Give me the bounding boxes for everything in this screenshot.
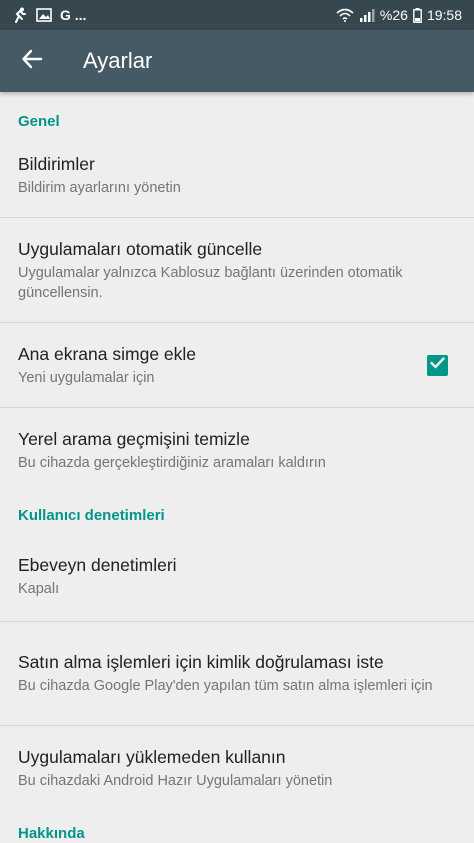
pref-auto-update[interactable]: Uygulamaları otomatik güncelle Uygulamal… (0, 218, 474, 323)
pref-parental-controls[interactable]: Ebeveyn denetimleri Kapalı (0, 532, 474, 622)
image-icon (36, 8, 52, 22)
pref-title: Satın alma işlemleri için kimlik doğrula… (18, 652, 384, 672)
pref-summary: Bu cihazdaki Android Hazır Uygulamaları … (18, 772, 333, 789)
pref-summary: Bu cihazda gerçekleştirdiğiniz aramaları… (18, 454, 326, 471)
pref-summary: Kapalı (18, 581, 60, 597)
pref-title: Bildirimler (18, 154, 95, 174)
signal-icon (359, 8, 375, 22)
back-button[interactable] (0, 30, 64, 92)
pref-clear-search-history[interactable]: Yerel arama geçmişini temizle Bu cihazda… (0, 408, 474, 492)
battery-icon (413, 7, 422, 23)
app-bar: Ayarlar (0, 30, 474, 92)
pref-summary: Bu cihazda Google Play'den yapılan tüm s… (18, 678, 433, 694)
section-header-user-controls: Kullanıcı denetimleri (18, 507, 165, 524)
pref-summary: Uygulamalar yalnızca Kablosuz bağlantı ü… (18, 264, 403, 301)
status-left-text: G ... (60, 7, 87, 23)
arrow-left-icon (21, 48, 43, 75)
pref-notifications[interactable]: Bildirimler Bildirim ayarlarını yönetin (0, 134, 474, 218)
section-header-about: Hakkında (18, 825, 85, 842)
pref-title: Ebeveyn denetimleri (18, 555, 177, 575)
add-home-icon-checkbox[interactable] (427, 354, 448, 376)
pref-summary: Bildirim ayarlarını yönetin (18, 180, 181, 196)
running-person-icon (12, 7, 28, 23)
pref-title: Uygulamaları yüklemeden kullanın (18, 746, 286, 767)
pref-title: Yerel arama geçmişini temizle (18, 428, 250, 449)
pref-summary: Yeni uygulamalar için (18, 369, 155, 386)
pref-title: Uygulamaları otomatik güncelle (18, 238, 263, 259)
page-title: Ayarlar (83, 48, 153, 73)
status-left: G ... (12, 7, 86, 23)
pref-add-home-icon[interactable]: Ana ekrana simge ekle Yeni uygulamalar i… (0, 323, 474, 408)
settings-list[interactable]: Genel Bildirimler Bildirim ayarlarını yö… (0, 92, 474, 843)
battery-percent: %26 (379, 7, 408, 23)
status-right: %26 19:58 (336, 7, 462, 23)
pref-purchase-auth[interactable]: Satın alma işlemleri için kimlik doğrula… (0, 622, 474, 726)
pref-title: Ana ekrana simge ekle (18, 343, 197, 364)
status-bar: G ... %26 19:58 (0, 0, 474, 30)
clock: 19:58 (426, 7, 462, 23)
wifi-icon (336, 8, 354, 22)
section-header-general: Genel (18, 113, 60, 130)
check-icon (430, 356, 445, 374)
pref-instant-apps[interactable]: Uygulamaları yüklemeden kullanın Bu ciha… (0, 726, 474, 810)
